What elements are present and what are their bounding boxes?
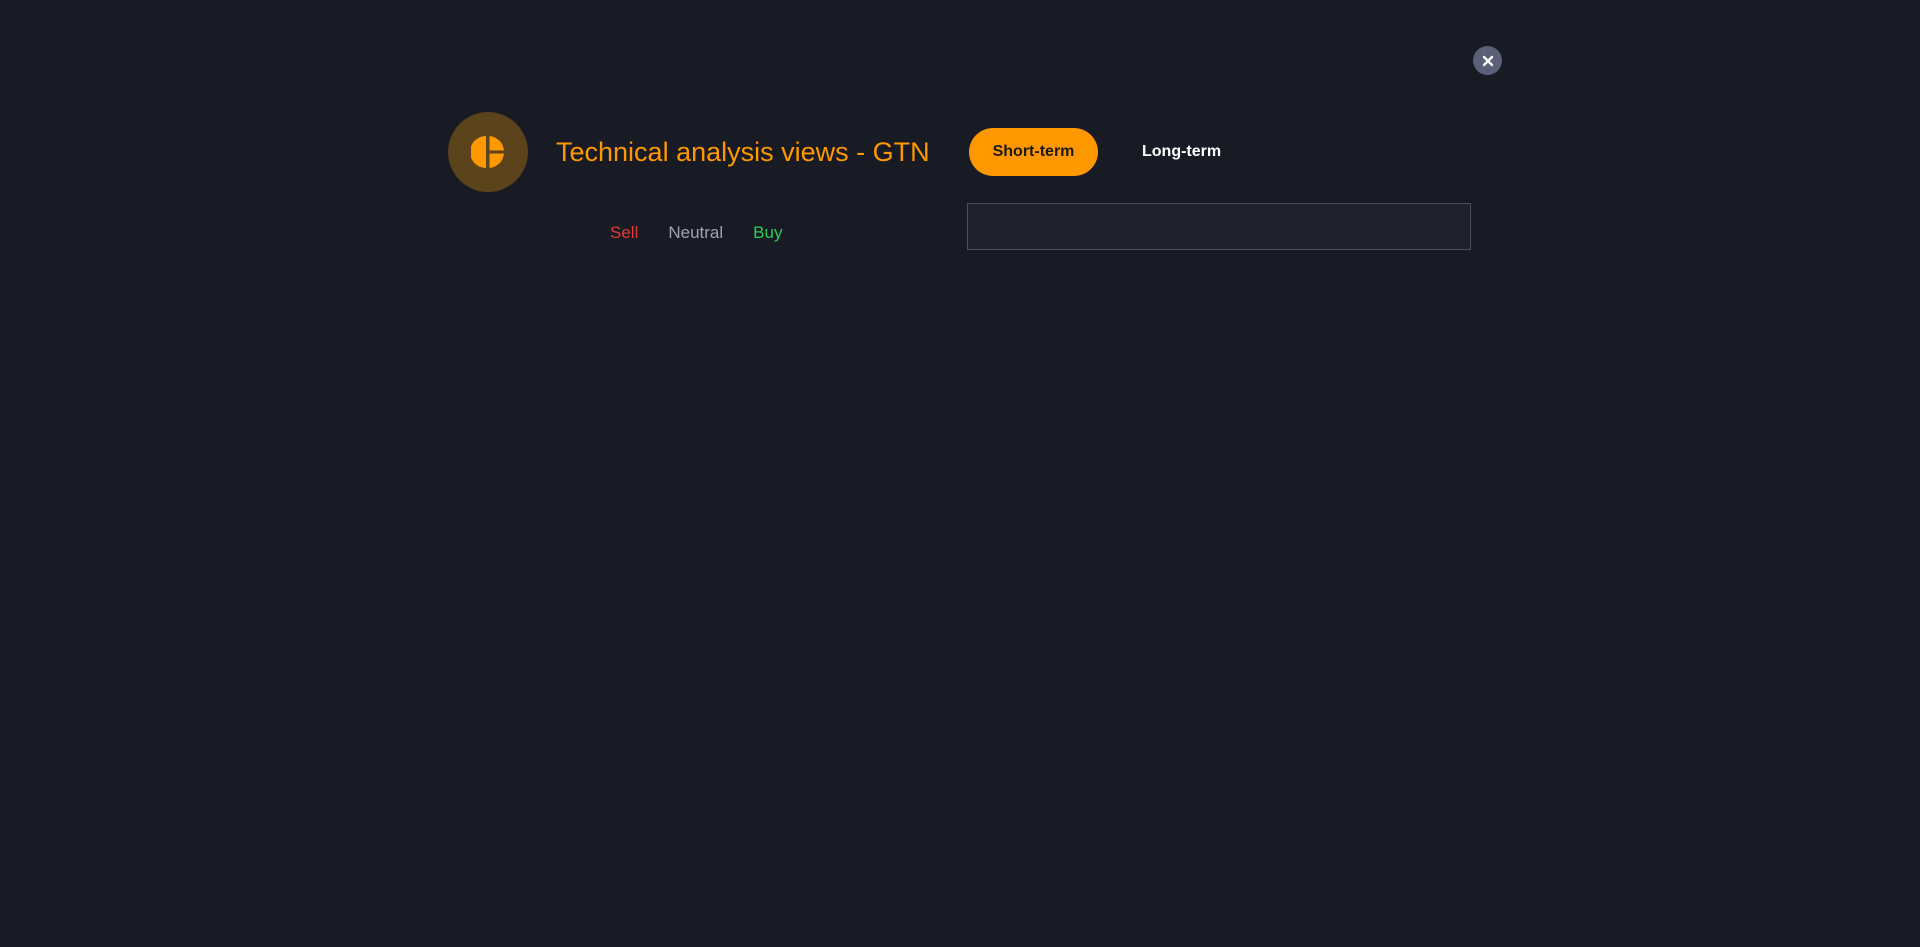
analysis-panel <box>967 203 1471 250</box>
legend-sell: Sell <box>610 223 639 242</box>
legend-buy: Buy <box>753 223 783 242</box>
logo <box>448 112 528 192</box>
term-tabs: Short-term Long-term <box>969 128 1247 176</box>
dialog-title: Technical analysis views - GTN <box>556 137 930 167</box>
tab-long-term[interactable]: Long-term <box>1116 128 1247 176</box>
legend-neutral: Neutral <box>668 223 724 242</box>
close-icon <box>1482 55 1493 66</box>
close-button[interactable] <box>1473 46 1502 75</box>
pie-chart-icon <box>471 136 504 168</box>
technical-analysis-dialog: Technical analysis views - GTN Short-ter… <box>0 0 1920 947</box>
legend: Sell Neutral Buy <box>610 221 782 245</box>
tab-short-term[interactable]: Short-term <box>969 128 1098 176</box>
